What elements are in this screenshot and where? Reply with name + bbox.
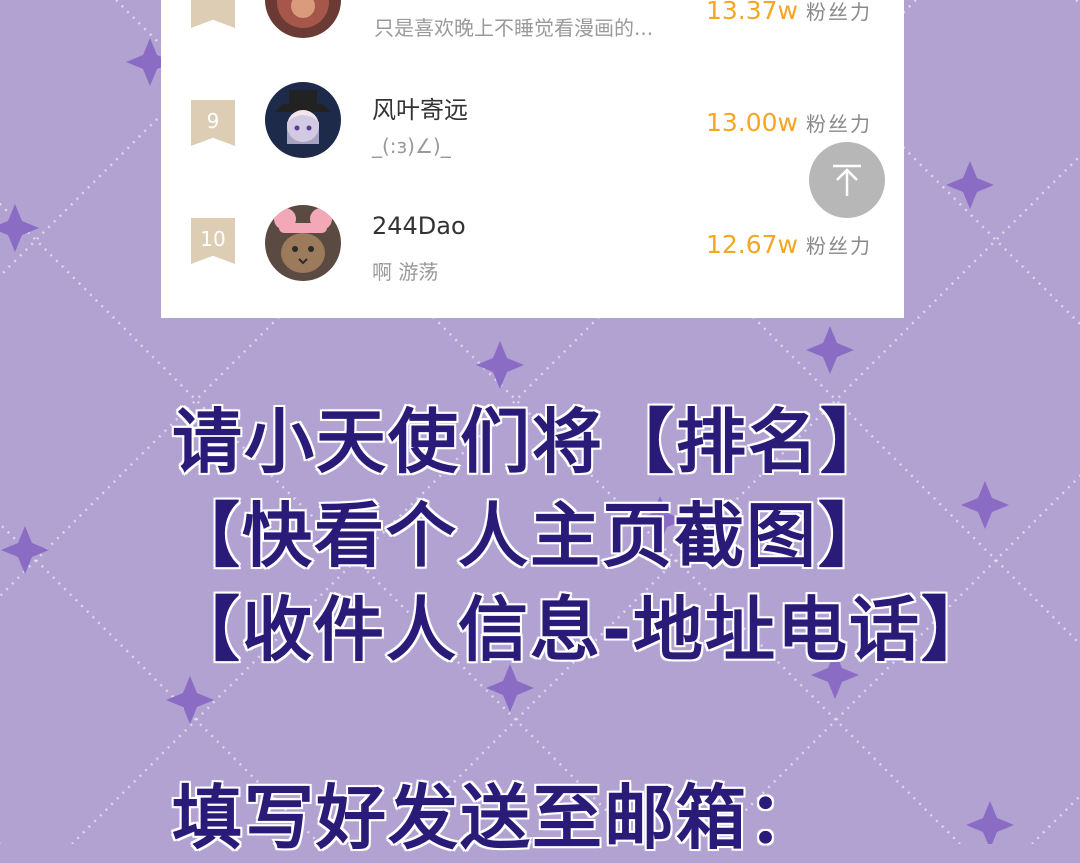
back-to-top-button[interactable] xyxy=(809,142,885,218)
user-bio: _(:з)∠)_ xyxy=(372,134,451,158)
avatar-image xyxy=(265,205,341,281)
fans-value: 13.37w xyxy=(705,0,798,25)
user-name[interactable]: 244Dao xyxy=(372,212,466,240)
user-bio: 啊 游荡 xyxy=(372,260,439,284)
notice-line-ranking: 请小天使们将【排名】 xyxy=(171,400,892,485)
user-bio: 只是喜欢晚上不睡觉看漫画的... xyxy=(374,16,654,40)
notice-line-send-to-email: 填写好发送至邮箱： xyxy=(171,776,820,861)
rank-badge xyxy=(191,0,235,28)
arrow-up-to-top-icon xyxy=(833,164,861,196)
avatar[interactable] xyxy=(265,0,341,38)
avatar[interactable] xyxy=(265,205,341,281)
ranking-row[interactable]: 10 244Dao 啊 游荡 12.67w 粉丝力 xyxy=(161,188,904,298)
avatar[interactable] xyxy=(265,82,341,158)
fans-value: 13.00w xyxy=(705,108,798,137)
rank-badge: 10 xyxy=(191,218,235,264)
ranking-row[interactable]: 9 风叶寄远 _(:з)∠)_ 13.00w 粉丝力 xyxy=(161,64,904,174)
user-name[interactable]: 风叶寄远 xyxy=(372,90,468,125)
ranking-panel: 只是喜欢晚上不睡觉看漫画的... 13.37w 粉丝力 9 风叶寄远 _(:з)… xyxy=(161,0,904,318)
fans-count: 13.37w 粉丝力 xyxy=(706,0,872,25)
notice-line-recipient-info: 【收件人信息-地址电话】 xyxy=(168,588,994,673)
fans-count: 12.67w 粉丝力 xyxy=(706,230,872,259)
notice-line-profile-screenshot: 【快看个人主页截图】 xyxy=(169,494,890,579)
fans-value: 12.67w xyxy=(705,230,798,259)
avatar-image xyxy=(265,0,341,38)
fans-unit: 粉丝力 xyxy=(806,112,872,136)
rank-badge: 9 xyxy=(191,100,235,146)
fans-count: 13.00w 粉丝力 xyxy=(706,108,872,137)
ranking-row-partial[interactable]: 只是喜欢晚上不睡觉看漫画的... 13.37w 粉丝力 xyxy=(161,0,904,54)
avatar-image xyxy=(265,82,341,158)
fans-unit: 粉丝力 xyxy=(806,0,872,24)
fans-unit: 粉丝力 xyxy=(806,234,872,258)
